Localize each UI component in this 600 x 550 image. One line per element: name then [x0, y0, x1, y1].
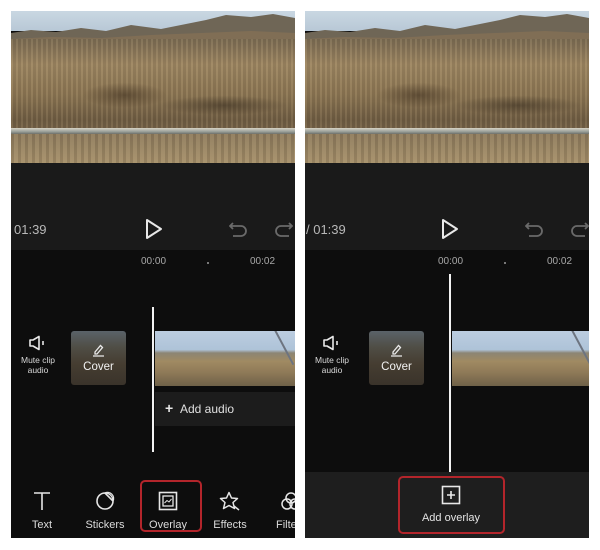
redo-icon [571, 222, 589, 237]
ruler-label: 00:02 [250, 256, 276, 267]
redo-button[interactable] [569, 220, 589, 238]
time-display: / 01:39 [306, 222, 346, 237]
editor-screen-right: / 01:39 00:00 00:02 Mute clip audio Cove… [305, 11, 589, 538]
mute-label-line1: Mute clip [314, 355, 349, 365]
speaker-icon [29, 335, 44, 351]
mute-label: Mute clip audio [15, 355, 61, 375]
overlay-bottom-bar: Add overlay [305, 472, 589, 538]
cover-label: Cover [83, 361, 114, 373]
cover-label: Cover [381, 361, 412, 373]
preview-ground [305, 134, 589, 163]
playback-controls: / 01:39 [305, 163, 589, 250]
undo-button[interactable] [524, 220, 545, 238]
undo-button[interactable] [228, 220, 249, 238]
ruler-dot [207, 262, 209, 264]
play-icon [442, 219, 458, 239]
undo-icon [228, 222, 247, 237]
editor-screen-left: 01:39 00:00 00:02 Mute clip audio Cover … [11, 11, 295, 538]
tool-label: Stickers [85, 519, 125, 531]
overlay-highlight [140, 480, 202, 532]
cover-button[interactable]: Cover [369, 331, 424, 385]
tool-label: Text [31, 519, 53, 531]
tool-text[interactable]: Text [12, 483, 72, 538]
tool-label: Filters [276, 519, 295, 531]
mute-clip-audio-button[interactable]: Mute clip audio [15, 335, 61, 375]
mute-label-line2: audio [27, 365, 49, 375]
mute-label-line1: Mute clip [20, 355, 55, 365]
ruler-label: 00:00 [438, 256, 464, 267]
plus-icon: + [165, 400, 174, 416]
timeline[interactable]: 00:00 00:02 Mute clip audio Cover [305, 250, 589, 472]
cover-button[interactable]: Cover [71, 331, 126, 385]
play-icon [146, 219, 162, 239]
add-audio-button[interactable]: + Add audio [155, 392, 295, 426]
playhead[interactable] [152, 307, 154, 452]
redo-button[interactable] [273, 220, 294, 238]
filters-icon [281, 492, 295, 510]
effects-star-icon [219, 491, 240, 511]
ruler-label: 00:02 [547, 256, 573, 267]
undo-icon [524, 222, 543, 237]
speaker-icon [323, 335, 338, 351]
video-clip[interactable] [155, 331, 295, 386]
video-preview[interactable] [11, 11, 295, 163]
tool-filters[interactable]: Filters [261, 483, 295, 538]
add-overlay-highlight [398, 476, 505, 534]
edit-pencil-icon [391, 344, 402, 357]
clip-frame [155, 331, 210, 386]
add-audio-label: Add audio [180, 402, 235, 416]
mute-clip-audio-button[interactable]: Mute clip audio [309, 335, 355, 375]
preview-field [305, 39, 589, 141]
redo-icon [275, 222, 294, 237]
edit-pencil-icon [93, 344, 104, 357]
preview-ground [11, 134, 295, 163]
play-button[interactable] [440, 218, 460, 240]
time-display: 01:39 [14, 222, 47, 237]
bottom-toolbar: Text Stickers Overlay Effects Filte [11, 480, 295, 538]
sticker-icon [96, 491, 115, 510]
clip-frame [452, 331, 507, 386]
video-preview[interactable] [305, 11, 589, 163]
clip-frame [209, 331, 264, 386]
preview-field [11, 39, 295, 141]
tool-stickers[interactable]: Stickers [75, 483, 135, 538]
play-button[interactable] [144, 218, 164, 240]
tool-label: Effects [213, 519, 247, 531]
playhead[interactable] [449, 274, 451, 472]
clip-frame [506, 331, 561, 386]
ruler-dot [504, 262, 506, 264]
clip-frame [560, 331, 589, 386]
ruler-label: 00:00 [141, 256, 167, 267]
video-clip[interactable] [452, 331, 589, 386]
playback-controls: 01:39 [11, 163, 295, 250]
mute-label-line2: audio [321, 365, 343, 375]
timeline[interactable]: 00:00 00:02 Mute clip audio Cover [11, 250, 295, 483]
tool-effects[interactable]: Effects [200, 483, 260, 538]
text-icon [34, 492, 50, 510]
mute-label: Mute clip audio [309, 355, 355, 375]
clip-frame [263, 331, 295, 386]
